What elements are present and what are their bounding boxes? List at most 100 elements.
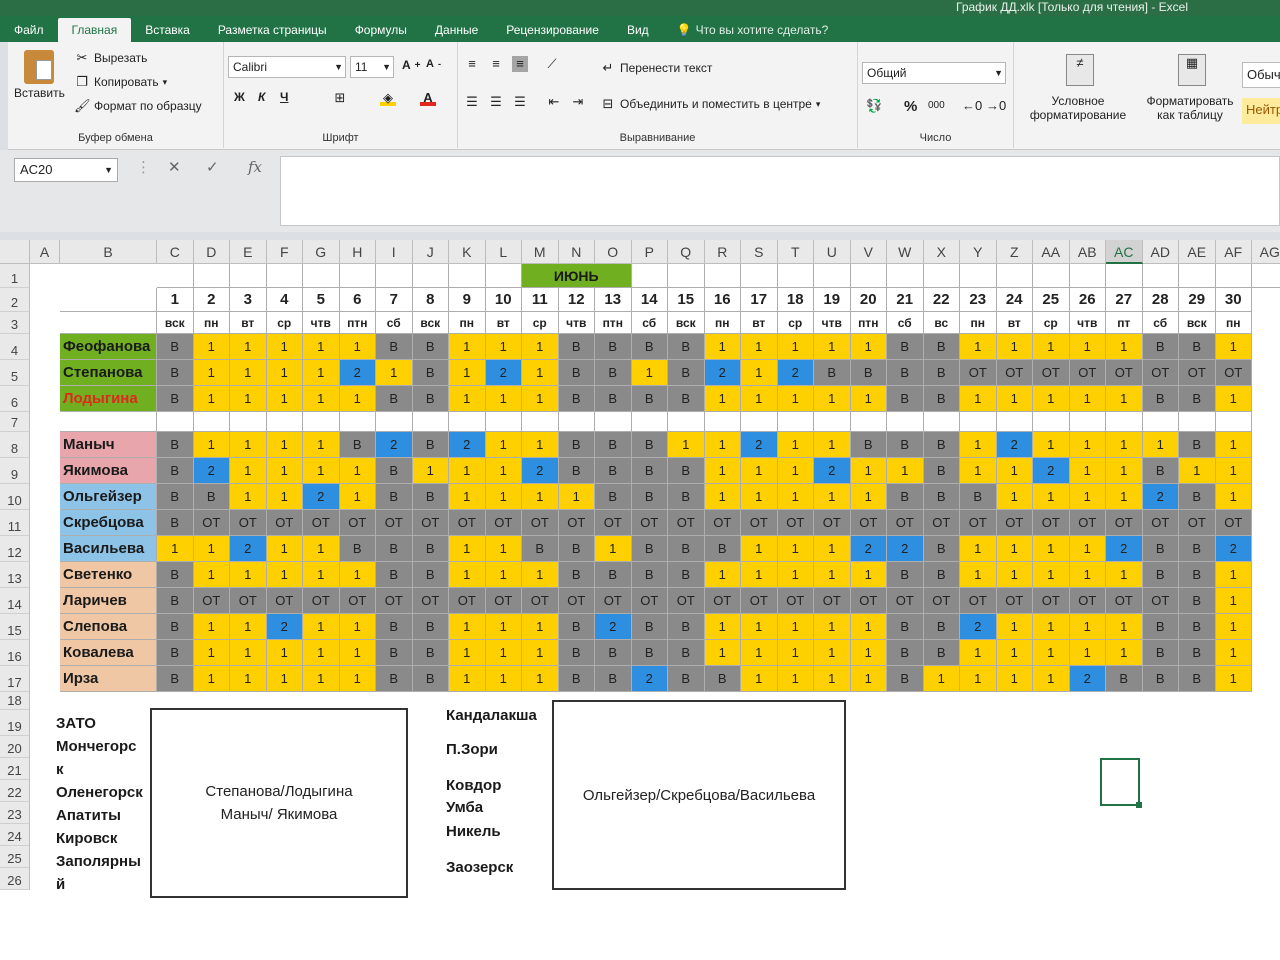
schedule-cell[interactable]	[850, 412, 887, 432]
day-number[interactable]: 11	[522, 288, 559, 312]
staff-name[interactable]: Ларичев	[60, 588, 157, 614]
cell-r1-c22[interactable]	[887, 264, 924, 288]
schedule-cell[interactable]: ОТ	[485, 588, 522, 614]
row-header-2[interactable]: 2	[0, 288, 30, 312]
align-middle-button[interactable]: ≡	[488, 56, 504, 72]
schedule-cell[interactable]	[814, 412, 851, 432]
schedule-cell[interactable]: В	[412, 484, 449, 510]
schedule-cell[interactable]: В	[887, 614, 924, 640]
schedule-cell[interactable]: 1	[996, 458, 1033, 484]
schedule-cell[interactable]: 1	[1069, 614, 1106, 640]
schedule-cell[interactable]: ОТ	[266, 510, 303, 536]
schedule-cell[interactable]: 1	[1069, 562, 1106, 588]
schedule-cell[interactable]: 1	[814, 432, 851, 458]
schedule-cell[interactable]: 2	[814, 458, 851, 484]
day-number[interactable]: 9	[449, 288, 486, 312]
schedule-cell[interactable]: В	[887, 432, 924, 458]
schedule-cell[interactable]: 1	[558, 484, 595, 510]
schedule-cell[interactable]: ОТ	[339, 588, 376, 614]
column-header-AG[interactable]: AG	[1252, 240, 1280, 264]
schedule-cell[interactable]: ОТ	[814, 588, 851, 614]
schedule-cell[interactable]: В	[1179, 588, 1216, 614]
schedule-cell[interactable]: 1	[960, 334, 997, 360]
schedule-cell[interactable]: В	[850, 360, 887, 386]
schedule-cell[interactable]: В	[704, 666, 741, 692]
schedule-cell[interactable]: 1	[1106, 562, 1143, 588]
schedule-cell[interactable]: 1	[741, 334, 778, 360]
schedule-cell[interactable]: 1	[449, 458, 486, 484]
schedule-cell[interactable]: 1	[522, 666, 559, 692]
fill-color-button[interactable]: ◈	[380, 90, 396, 106]
schedule-cell[interactable]: 1	[704, 614, 741, 640]
schedule-cell[interactable]: В	[339, 432, 376, 458]
schedule-cell[interactable]: ОТ	[1033, 588, 1070, 614]
schedule-cell[interactable]: 1	[303, 614, 340, 640]
row-header-7[interactable]: 7	[0, 412, 30, 432]
schedule-cell[interactable]: 1	[485, 334, 522, 360]
schedule-cell[interactable]: ОТ	[595, 588, 632, 614]
schedule-cell[interactable]: ОТ	[777, 588, 814, 614]
schedule-cell[interactable]: 1	[485, 666, 522, 692]
schedule-cell[interactable]: В	[193, 484, 230, 510]
schedule-cell[interactable]: 2	[777, 360, 814, 386]
schedule-cell[interactable]: ОТ	[777, 510, 814, 536]
schedule-cell[interactable]: 1	[960, 640, 997, 666]
column-header-E[interactable]: E	[230, 240, 267, 264]
schedule-cell[interactable]: В	[668, 614, 705, 640]
row-header-18[interactable]: 18	[0, 692, 30, 710]
cell-r1-c30[interactable]	[1179, 264, 1216, 288]
schedule-cell[interactable]: ОТ	[741, 510, 778, 536]
schedule-cell[interactable]: 1	[339, 484, 376, 510]
schedule-cell[interactable]: В	[1179, 484, 1216, 510]
tab-5[interactable]: Данные	[421, 18, 492, 42]
schedule-cell[interactable]: 1	[1069, 334, 1106, 360]
schedule-cell[interactable]: В	[1142, 386, 1179, 412]
schedule-cell[interactable]: 1	[485, 536, 522, 562]
orientation-button[interactable]: ⟋	[544, 56, 560, 72]
conditional-format-button[interactable]: ≠ Условное форматирование	[1014, 42, 1142, 148]
row-header-4[interactable]: 4	[0, 334, 30, 360]
schedule-cell[interactable]: 1	[850, 640, 887, 666]
column-header-N[interactable]: N	[558, 240, 595, 264]
schedule-cell[interactable]: В	[412, 386, 449, 412]
schedule-cell[interactable]: 1	[850, 334, 887, 360]
schedule-cell[interactable]: В	[157, 588, 194, 614]
schedule-cell[interactable]: 1	[1033, 666, 1070, 692]
schedule-cell[interactable]: 1	[266, 484, 303, 510]
schedule-cell[interactable]: В	[631, 386, 668, 412]
schedule-cell[interactable]: 1	[1069, 640, 1106, 666]
schedule-cell[interactable]: 1	[960, 666, 997, 692]
schedule-cell[interactable]: 1	[522, 360, 559, 386]
schedule-cell[interactable]: 1	[1106, 640, 1143, 666]
schedule-cell[interactable]: 1	[339, 614, 376, 640]
schedule-cell[interactable]: В	[1179, 386, 1216, 412]
schedule-cell[interactable]: В	[157, 666, 194, 692]
schedule-cell[interactable]: ОТ	[1069, 510, 1106, 536]
decrease-indent-button[interactable]: ⇤	[546, 94, 562, 110]
schedule-cell[interactable]: ОТ	[485, 510, 522, 536]
row-header-23[interactable]: 23	[0, 802, 30, 824]
style-normal[interactable]: Обыч	[1242, 62, 1280, 88]
schedule-cell[interactable]: 1	[704, 640, 741, 666]
cell-r1-c32[interactable]	[1252, 264, 1280, 288]
cell-r1-c28[interactable]	[1106, 264, 1143, 288]
cell-r1-c15[interactable]	[631, 264, 668, 288]
column-header-X[interactable]: X	[923, 240, 960, 264]
schedule-cell[interactable]: ОТ	[303, 588, 340, 614]
tab-2[interactable]: Вставка	[131, 18, 204, 42]
schedule-cell[interactable]: ОТ	[193, 588, 230, 614]
day-number[interactable]: 20	[850, 288, 887, 312]
schedule-cell[interactable]: 1	[449, 614, 486, 640]
schedule-cell[interactable]: В	[558, 614, 595, 640]
schedule-cell[interactable]: 1	[1106, 614, 1143, 640]
schedule-cell[interactable]: 1	[449, 640, 486, 666]
paste-button[interactable]: Вставить	[14, 50, 65, 100]
row-header-3[interactable]: 3	[0, 312, 30, 334]
schedule-cell[interactable]: 1	[1069, 536, 1106, 562]
schedule-cell[interactable]: 1	[230, 432, 267, 458]
cell-r1-c8[interactable]	[376, 264, 413, 288]
schedule-cell[interactable]: 2	[850, 536, 887, 562]
weekday[interactable]: ср	[522, 312, 559, 334]
cancel-icon[interactable]: ✕	[168, 158, 181, 176]
weekday[interactable]: вт	[230, 312, 267, 334]
